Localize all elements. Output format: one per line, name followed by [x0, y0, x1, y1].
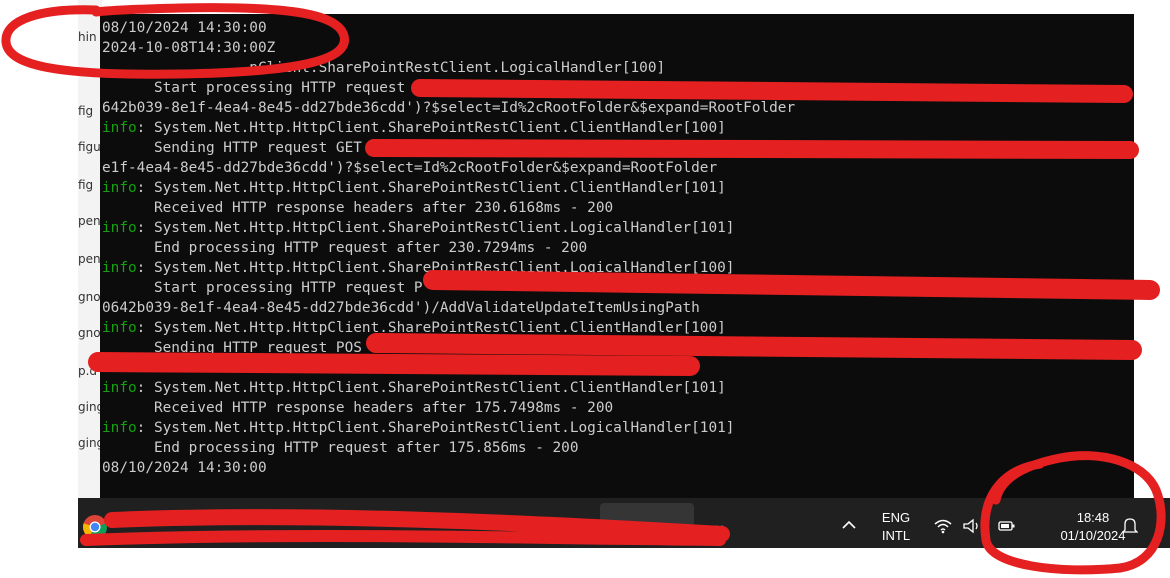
- log-text: 08/10/2024 14:30:00: [102, 20, 267, 36]
- log-level-info: info: [102, 260, 137, 276]
- bg-fragment: p.d: [78, 364, 98, 378]
- speaker-icon[interactable]: [962, 518, 982, 534]
- bg-fragment: pen: [78, 252, 101, 266]
- log-info-line: info: System.Net.Http.HttpClient.SharePo…: [102, 318, 726, 338]
- log-text: 08/10/2024 14:30:00: [102, 460, 267, 476]
- log-text: : System.Net.Http.HttpClient.SharePointR…: [136, 260, 735, 276]
- log-line: Start processing HTTP request P: [102, 278, 423, 298]
- chevron-up-icon[interactable]: [841, 518, 857, 532]
- log-level-info: info: [102, 420, 137, 436]
- background-window-strip: hin fig figu fig pen pen gno gno p.d gin…: [78, 0, 102, 500]
- log-line: e1f-4ea4-8e45-dd27bde36cdd')?$select=Id%…: [102, 158, 717, 178]
- log-level-info: info: [102, 120, 137, 136]
- log-line: 2024-10-08T14:30:00Z: [102, 38, 275, 58]
- bg-fragment: figu: [78, 140, 101, 154]
- log-line: End processing HTTP request after 175.85…: [102, 438, 579, 458]
- log-line: 642b039-8e1f-4ea4-8e45-dd27bde36cdd')?$s…: [102, 98, 795, 118]
- log-line: 08/10/2024 14:30:00: [102, 18, 267, 38]
- log-level-info: info: [102, 380, 137, 396]
- log-text: : System.Net.Http.HttpClient.SharePointR…: [136, 180, 726, 196]
- more-dots[interactable]: ··: [714, 518, 725, 536]
- log-text: End processing HTTP request after 230.72…: [102, 240, 588, 256]
- log-text: Sending HTTP request POS: [102, 340, 362, 356]
- log-info-line: info: System.Net.Http.HttpClient.SharePo…: [102, 118, 726, 138]
- log-text: Received HTTP response headers after 230…: [102, 200, 614, 216]
- log-line: Received HTTP response headers after 230…: [102, 198, 613, 218]
- log-text: : System.Net.Http.HttpClient.SharePointR…: [136, 220, 735, 236]
- terminal-window[interactable]: 08/10/2024 14:30:00 2024-10-08T14:30:00Z …: [100, 14, 1134, 498]
- log-level-info: info: [102, 220, 137, 236]
- taskbar-active-app[interactable]: [600, 503, 694, 543]
- log-text: 0642b039-8e1f-4ea4-8e45-dd27bde36cdd')/A…: [102, 300, 700, 316]
- log-line: Received HTTP response headers after 175…: [102, 398, 613, 418]
- log-text: : System.Net.Http.HttpClient.SharePointR…: [136, 320, 726, 336]
- battery-icon[interactable]: [997, 518, 1017, 534]
- log-info-line: info: System.Net.Http.HttpClient.SharePo…: [102, 218, 734, 238]
- log-info-line: info: System.Net.Http.HttpClient.SharePo…: [102, 418, 734, 438]
- log-text: Received HTTP response headers after 175…: [102, 400, 614, 416]
- log-level-info: info: [102, 180, 137, 196]
- log-line: pClient.SharePointRestClient.LogicalHand…: [102, 58, 665, 78]
- log-text: Sending HTTP request GET: [102, 140, 362, 156]
- bg-fragment: fig: [78, 104, 94, 118]
- log-text: e1f-4ea4-8e45-dd27bde36cdd')?$select=Id%…: [102, 160, 718, 176]
- log-line: End processing HTTP request after 230.72…: [102, 238, 587, 258]
- log-text: : System.Net.Http.HttpClient.SharePointR…: [136, 420, 735, 436]
- wifi-icon[interactable]: [933, 518, 953, 534]
- log-text: gPath: [102, 360, 605, 376]
- bg-fragment: pen: [78, 214, 101, 228]
- log-line: Start processing HTTP request: [102, 78, 405, 98]
- bg-fragment: ging: [78, 400, 102, 414]
- notification-bell-icon[interactable]: [1122, 516, 1138, 536]
- log-text: Start processing HTTP request: [102, 80, 406, 96]
- log-text: pClient.SharePointRestClient.LogicalHand…: [102, 60, 666, 76]
- log-line: gPath: [102, 358, 605, 378]
- bg-fragment: ging: [78, 436, 102, 450]
- log-line: 08/10/2024 14:30:00: [102, 458, 267, 478]
- log-info-line: info: System.Net.Http.HttpClient.SharePo…: [102, 378, 726, 398]
- log-line: Sending HTTP request POS: [102, 338, 362, 358]
- keyboard-layout: INTL: [881, 528, 911, 543]
- bg-fragment: gno: [78, 290, 101, 304]
- log-text: : System.Net.Http.HttpClient.SharePointR…: [136, 120, 726, 136]
- log-line: 0642b039-8e1f-4ea4-8e45-dd27bde36cdd')/A…: [102, 298, 700, 318]
- log-line: Sending HTTP request GET: [102, 138, 362, 158]
- chrome-icon[interactable]: [82, 514, 108, 540]
- bg-fragment: hin: [78, 30, 97, 44]
- log-info-line: info: System.Net.Http.HttpClient.SharePo…: [102, 178, 726, 198]
- log-info-line: info: System.Net.Http.HttpClient.SharePo…: [102, 258, 734, 278]
- language-code: ENG: [881, 510, 911, 525]
- log-text: 2024-10-08T14:30:00Z: [102, 40, 276, 56]
- log-text: End processing HTTP request after 175.85…: [102, 440, 579, 456]
- bg-fragment: gno: [78, 326, 101, 340]
- log-text: : System.Net.Http.HttpClient.SharePointR…: [136, 380, 726, 396]
- log-text: 642b039-8e1f-4ea4-8e45-dd27bde36cdd')?$s…: [102, 100, 796, 116]
- language-indicator[interactable]: ENG INTL: [874, 510, 918, 543]
- log-text: Start processing HTTP request P: [102, 280, 423, 296]
- bg-fragment: fig: [78, 178, 94, 192]
- log-level-info: info: [102, 320, 137, 336]
